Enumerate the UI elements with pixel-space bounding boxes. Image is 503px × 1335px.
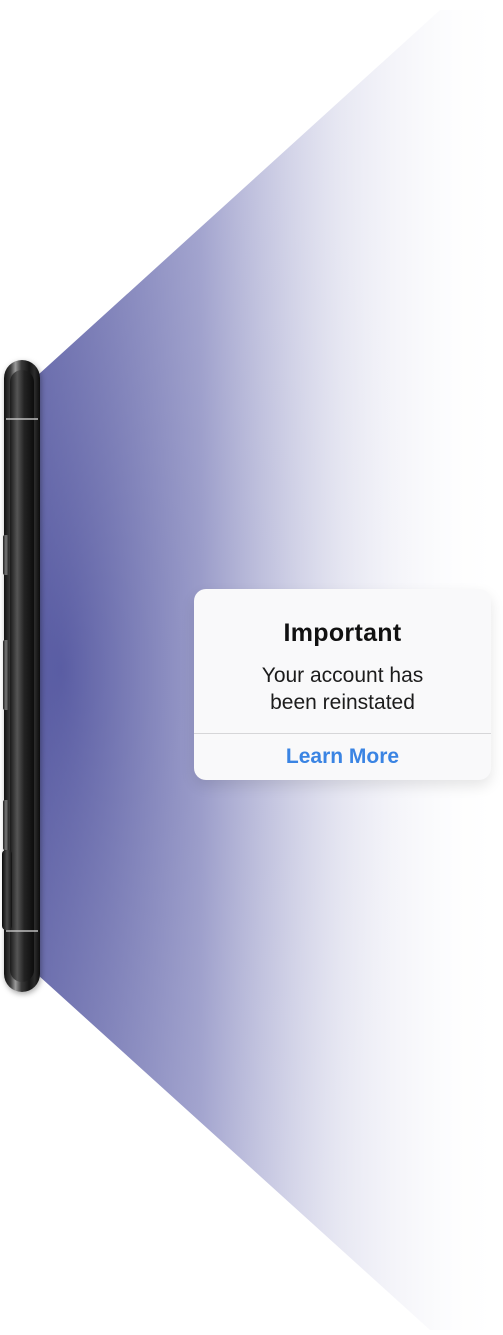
side-button: [3, 800, 9, 850]
promo-scene: Important Your account has been reinstat…: [0, 0, 503, 1335]
notification-card: Important Your account has been reinstat…: [194, 589, 491, 780]
side-button: [3, 640, 9, 710]
learn-more-button[interactable]: Learn More: [234, 741, 451, 773]
notification-divider: [194, 733, 491, 734]
camera-bump: [2, 850, 12, 930]
phone-frame: [10, 370, 34, 982]
notification-message: Your account has been reinstated: [224, 662, 461, 716]
side-button: [3, 535, 9, 575]
antenna-band: [6, 930, 38, 932]
notification-message-line: Your account has: [261, 664, 424, 687]
antenna-band: [6, 418, 38, 420]
notification-title: Important: [283, 619, 402, 647]
notification-message-line: been reinstated: [270, 691, 415, 714]
